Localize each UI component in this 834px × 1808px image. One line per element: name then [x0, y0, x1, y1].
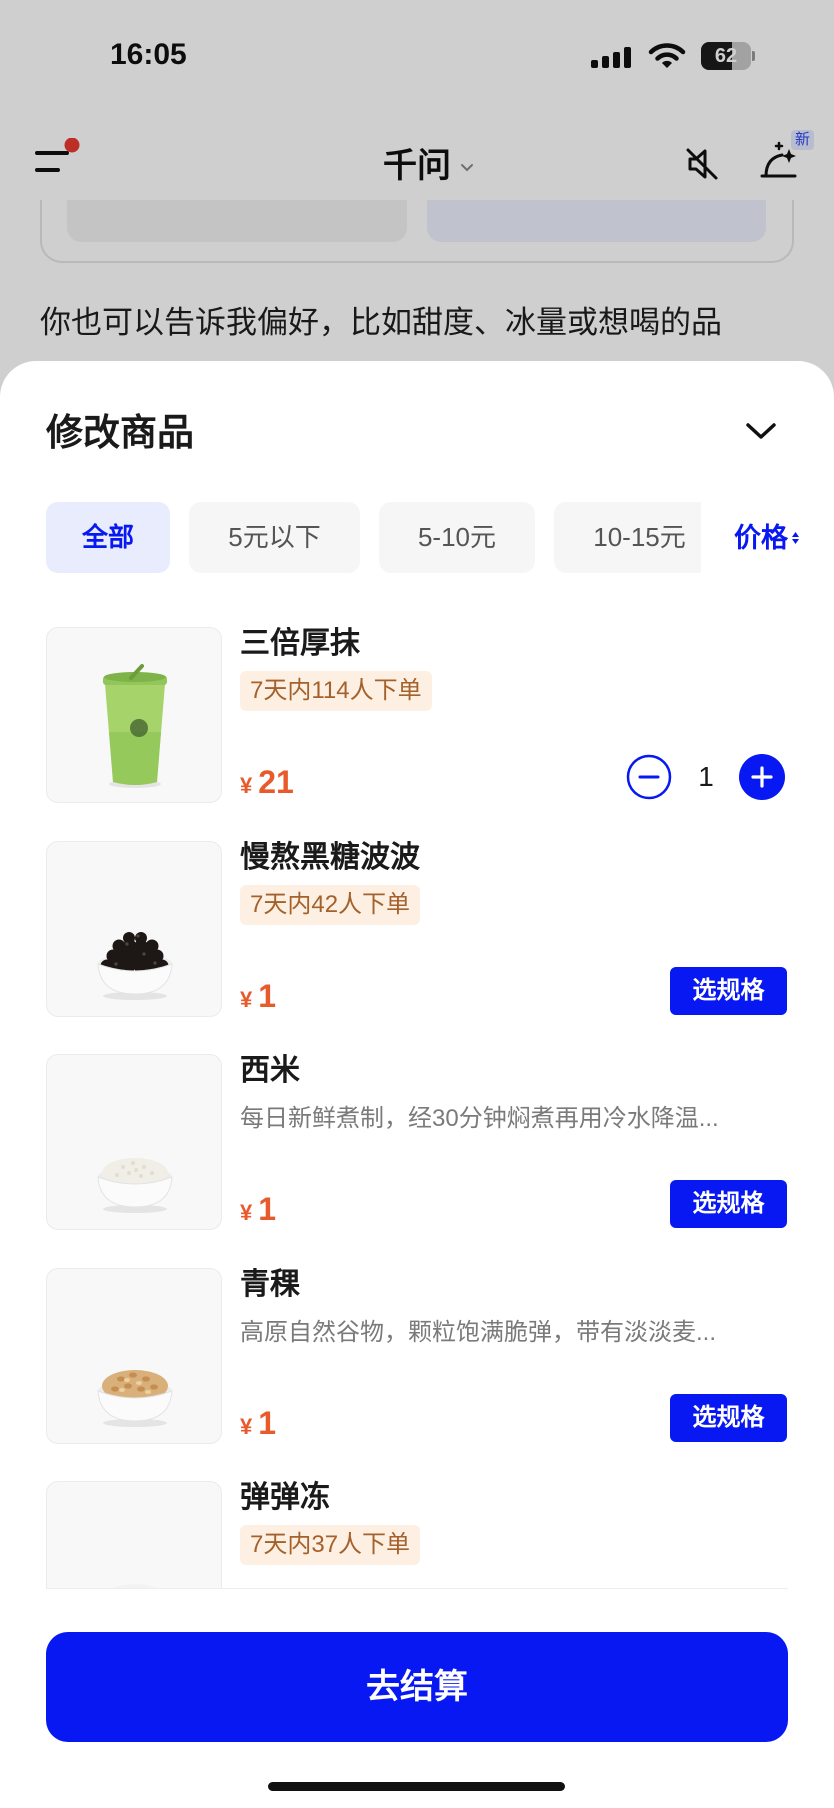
jelly-bowl-icon — [112, 1584, 158, 1588]
price-value: 1 — [258, 1191, 277, 1227]
checkout-button[interactable]: 去结算 — [46, 1632, 788, 1742]
product-list: 三倍厚抹 7天内114人下单 ¥21 1 慢熬黑糖波波 7天内42人下单 ¥ 1… — [0, 627, 834, 1588]
product-name: 慢熬黑糖波波 — [240, 840, 420, 874]
price-value: 1 — [258, 977, 277, 1014]
sort-icon — [792, 532, 799, 544]
currency-symbol: ¥ — [240, 1413, 253, 1439]
sort-by-price-button[interactable]: 价格 — [734, 518, 800, 558]
product-image[interactable] — [46, 627, 222, 803]
product-item[interactable]: 西米 每日新鲜煮制，经30分钟焖煮再用冷水降温... ¥1 选规格 — [0, 1054, 834, 1268]
product-price: ¥1 — [240, 1188, 276, 1230]
sales-tag: 7天内42人下单 — [240, 884, 421, 925]
product-item[interactable]: 慢熬黑糖波波 7天内42人下单 ¥1 选规格 — [0, 840, 834, 1055]
currency-symbol: ¥ — [240, 1200, 253, 1225]
quantity-value: 1 — [698, 761, 714, 792]
product-price: ¥21 — [240, 761, 294, 803]
increase-quantity-button[interactable] — [738, 753, 786, 801]
collapse-sheet-button[interactable] — [743, 413, 779, 449]
product-image[interactable] — [46, 1267, 222, 1444]
product-item[interactable]: 弹弹冻 7天内37人下单 — [0, 1481, 834, 1588]
price-value: 1 — [258, 1404, 277, 1441]
decrease-quantity-button[interactable] — [626, 754, 672, 800]
product-item[interactable]: 三倍厚抹 7天内114人下单 ¥21 1 — [0, 627, 834, 841]
product-name: 青稞 — [240, 1267, 300, 1301]
plus-circle-icon — [739, 754, 785, 800]
select-spec-button[interactable]: 选规格 — [670, 1393, 787, 1442]
brown-sugar-boba-bowl-icon — [97, 931, 173, 1000]
product-price: ¥1 — [240, 975, 276, 1017]
product-image[interactable] — [46, 840, 222, 1017]
product-description: 高原自然谷物，颗粒饱满脆弹，带有淡淡麦... — [240, 1318, 717, 1346]
highland-barley-bowl-icon — [97, 1369, 173, 1427]
home-indicator[interactable] — [268, 1782, 565, 1791]
product-price: ¥1 — [240, 1402, 276, 1444]
sort-label: 价格 — [734, 523, 788, 553]
footer-divider — [46, 1588, 788, 1589]
product-description: 每日新鲜煮制，经30分钟焖煮再用冷水降温... — [240, 1105, 719, 1132]
sales-tag: 7天内37人下单 — [240, 1525, 421, 1565]
product-name: 西米 — [240, 1054, 300, 1087]
filter-chip-10-15[interactable]: 10-15元 — [554, 502, 701, 573]
price-value: 21 — [258, 764, 294, 800]
sales-tag: 7天内114人下单 — [240, 671, 432, 711]
sheet-title: 修改商品 — [46, 412, 194, 453]
minus-circle-icon — [626, 754, 672, 800]
filter-chip-all[interactable]: 全部 — [46, 502, 170, 573]
chevron-down-icon — [746, 423, 776, 439]
product-name: 弹弹冻 — [240, 1481, 330, 1514]
filter-chip-under-5[interactable]: 5元以下 — [189, 502, 360, 573]
product-image[interactable] — [46, 1054, 222, 1230]
filter-chip-5-10[interactable]: 5-10元 — [379, 502, 535, 573]
price-filter-bar: 全部 5元以下 5-10元 10-15元 — [46, 502, 701, 573]
sago-bowl-icon — [97, 1158, 173, 1213]
screen: 16:05 62 千问 新 你也可以告诉我偏好，比如甜度、冰量或想喝的品 修改商… — [0, 0, 834, 1808]
product-name: 三倍厚抹 — [240, 627, 360, 660]
select-spec-button[interactable]: 选规格 — [670, 966, 787, 1015]
currency-symbol: ¥ — [240, 773, 253, 798]
currency-symbol: ¥ — [240, 986, 253, 1012]
product-item[interactable]: 青稞 高原自然谷物，颗粒饱满脆弹，带有淡淡麦... ¥1 选规格 — [0, 1267, 834, 1482]
select-spec-button[interactable]: 选规格 — [670, 1180, 787, 1228]
edit-items-sheet: 修改商品 全部 5元以下 5-10元 10-15元 价格 三倍厚抹 7天内114… — [0, 361, 834, 1808]
product-image[interactable] — [46, 1481, 222, 1588]
matcha-drink-icon — [103, 664, 167, 788]
